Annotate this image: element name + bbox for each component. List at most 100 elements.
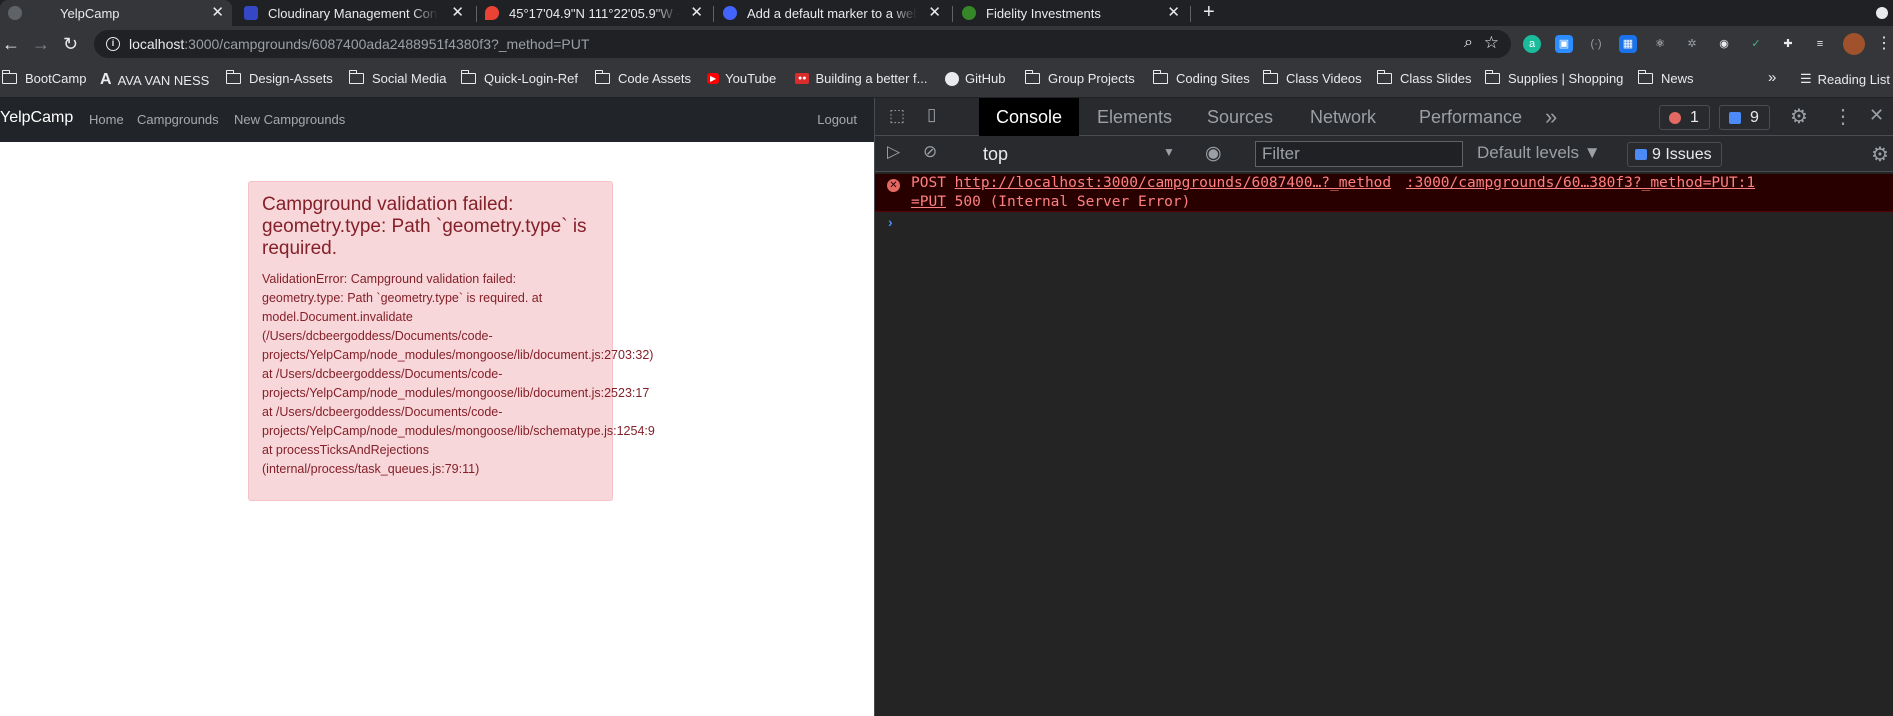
error-count-badge[interactable]: 1 [1659, 105, 1710, 130]
address-bar[interactable]: i localhost:3000/campgrounds/6087400ada2… [94, 30, 1511, 58]
tab-elements[interactable]: Elements [1097, 98, 1172, 136]
bookmark-item[interactable]: Group Projects [1024, 70, 1135, 86]
brand-link[interactable]: YelpCamp [0, 109, 73, 127]
request-url-link-cont[interactable]: =PUT [911, 194, 946, 210]
folder-icon [1, 70, 17, 84]
github-icon [945, 71, 959, 86]
bookmark-item[interactable]: Code Assets [594, 70, 691, 86]
close-icon[interactable]: ✕ [211, 4, 224, 22]
console-settings-gear-icon[interactable]: ⚙ [1871, 142, 1889, 167]
browser-toolbar: ← → ↻ i localhost:3000/campgrounds/60874… [0, 26, 1893, 62]
bookmarks-bar: BootCamp A AVA VAN NESS Design-Assets Soc… [0, 62, 1893, 98]
context-selector[interactable]: top [983, 144, 1008, 165]
tab-console[interactable]: Console [979, 98, 1080, 136]
request-url-link[interactable]: http://localhost:3000/campgrounds/608740… [955, 175, 1392, 191]
live-expression-eye-icon[interactable]: ◉ [1205, 142, 1222, 165]
console-filter-input[interactable]: Filter [1255, 141, 1463, 167]
log-levels-dropdown[interactable]: Default levels ▼ [1477, 143, 1601, 163]
bookmark-label: Group Projects [1048, 71, 1135, 86]
chevron-down-icon[interactable]: ▼ [1163, 145, 1175, 159]
react-devtools-icon[interactable]: ⚛ [1651, 35, 1669, 53]
tab-google-maps[interactable]: 45°17'04.9"N 111°22'05.9"W - Google Maps… [485, 0, 711, 26]
tab-mapbox[interactable]: Add a default marker to a web map ✕ [723, 0, 949, 26]
settings-gear-icon[interactable]: ⚙ [1790, 104, 1808, 129]
close-icon[interactable]: ✕ [1167, 4, 1180, 22]
issues-button[interactable]: 9 Issues [1627, 142, 1722, 167]
folder-icon [1262, 70, 1278, 84]
tab-network[interactable]: Network [1310, 98, 1376, 136]
redux-devtools-icon[interactable]: ✲ [1683, 35, 1701, 53]
bookmark-item[interactable]: GitHub [945, 71, 1005, 86]
bookmark-item[interactable]: Coding Sites [1152, 70, 1250, 86]
source-location-link[interactable]: :3000/campgrounds/60…380f3?_method=PUT:1 [1406, 175, 1755, 191]
bookmark-item[interactable]: Supplies | Shopping [1484, 70, 1624, 86]
bookmarks-overflow-button[interactable]: » [1768, 69, 1776, 86]
zoom-icon[interactable]: ⌕ [1464, 34, 1473, 52]
camera-extension-icon[interactable]: ◉ [1715, 35, 1733, 53]
new-tab-button[interactable]: + [1203, 0, 1215, 26]
bookmark-item[interactable]: Social Media [348, 70, 447, 86]
bookmark-label: Design-Assets [249, 71, 333, 86]
close-icon[interactable]: ✕ [451, 4, 464, 22]
reload-icon[interactable]: ↻ [63, 34, 78, 54]
back-icon[interactable]: ← [2, 34, 20, 54]
tab-cloudinary[interactable]: Cloudinary Management Console ✕ [244, 0, 472, 26]
bookmark-label: Social Media [372, 71, 447, 86]
console-prompt[interactable]: › [888, 214, 893, 230]
tab-separator [713, 6, 714, 22]
reading-list-button[interactable]: ☰ Reading List [1800, 71, 1890, 87]
bookmark-item[interactable]: Quick-Login-Ref [460, 70, 578, 86]
devtools-menu-icon[interactable]: ⋮ [1833, 104, 1853, 129]
bookmark-item[interactable]: Class Videos [1262, 70, 1362, 86]
bookmark-item[interactable]: BootCamp [1, 70, 87, 86]
bookmark-item[interactable]: ▶ YouTube [707, 71, 776, 86]
status-text: 500 (Internal Server Error) [954, 194, 1191, 210]
more-tabs-button[interactable]: » [1545, 98, 1557, 136]
clear-console-icon[interactable]: ⊘ [923, 142, 937, 162]
device-toolbar-icon[interactable]: ▯ [927, 105, 936, 125]
inspect-element-icon[interactable]: ⬚ [889, 106, 905, 126]
page-viewport: YelpCamp Home Campgrounds New Campground… [0, 98, 874, 716]
bookmark-label: Coding Sites [1176, 71, 1250, 86]
reading-list-icon: ☰ [1800, 71, 1812, 86]
bookmark-label: Supplies | Shopping [1508, 71, 1624, 86]
sidebar-toggle-icon[interactable]: ▷ [887, 142, 900, 162]
bookmark-item[interactable]: A AVA VAN NESS [100, 71, 209, 89]
bookmark-star-icon[interactable]: ☆ [1484, 33, 1499, 53]
close-icon[interactable]: ✕ [690, 4, 703, 22]
bookmark-item[interactable]: News [1637, 70, 1694, 86]
stack-line: projects/YelpCamp/node_modules/mongoose/… [262, 348, 654, 362]
grid-extension-icon[interactable]: ▦ [1619, 35, 1637, 53]
tab-sources[interactable]: Sources [1207, 98, 1273, 136]
bookmark-item[interactable]: Design-Assets [225, 70, 333, 86]
bookmark-label: BootCamp [25, 71, 87, 86]
logout-link[interactable]: Logout [817, 112, 857, 127]
zoom-extension-icon[interactable]: ▣ [1555, 35, 1573, 53]
close-icon[interactable]: ✕ [928, 4, 941, 22]
forward-icon[interactable]: → [32, 34, 50, 54]
bookmark-label: News [1661, 71, 1694, 86]
site-info-icon[interactable]: i [106, 37, 120, 51]
profile-indicator-icon[interactable] [1876, 7, 1888, 19]
nav-campgrounds-link[interactable]: Campgrounds [137, 112, 219, 127]
tab-title: 45°17'04.9"N 111°22'05.9"W - Google Maps [509, 5, 679, 21]
close-devtools-icon[interactable]: ✕ [1869, 105, 1884, 126]
bookmark-label: GitHub [965, 71, 1006, 86]
code-extension-icon[interactable]: (·) [1587, 35, 1605, 53]
extensions-puzzle-icon[interactable]: ✚ [1779, 35, 1797, 53]
tab-yelpcamp[interactable]: YelpCamp ✕ [0, 0, 232, 26]
amazon-extension-icon[interactable]: a [1523, 35, 1541, 53]
menu-kebab-icon[interactable]: ⋮ [1875, 35, 1893, 53]
nav-home-link[interactable]: Home [89, 112, 124, 127]
vue-extension-icon[interactable]: ✓ [1747, 35, 1765, 53]
nav-new-campground-link[interactable]: New Campgrounds [234, 112, 345, 127]
bookmark-item[interactable]: Class Slides [1376, 70, 1472, 86]
url-text[interactable]: localhost:3000/campgrounds/6087400ada248… [129, 36, 589, 52]
reading-list-icon[interactable]: ≡ [1811, 35, 1829, 53]
message-count-badge[interactable]: 9 [1719, 105, 1770, 130]
tab-fidelity[interactable]: Fidelity Investments ✕ [962, 0, 1188, 26]
bookmark-item[interactable]: ●● Building a better f... [795, 71, 927, 86]
cloudinary-icon [244, 6, 258, 20]
avatar[interactable] [1843, 33, 1865, 55]
tab-performance[interactable]: Performance [1419, 98, 1522, 136]
